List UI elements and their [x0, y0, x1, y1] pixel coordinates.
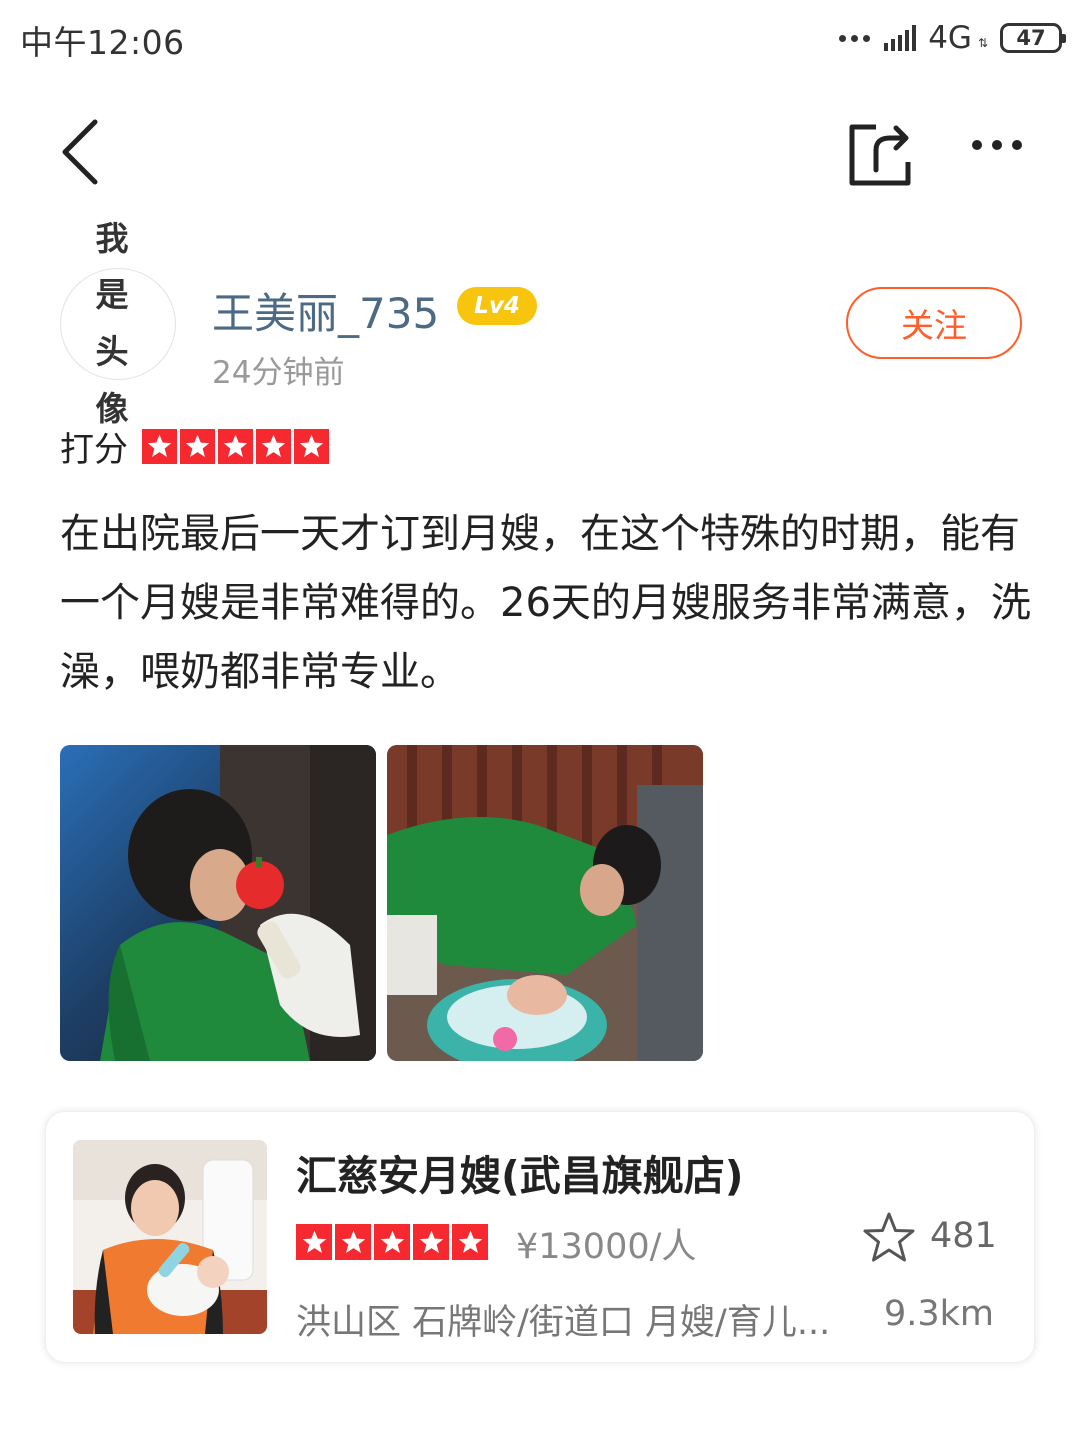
shop-location: 洪山区 石牌岭/街道口 月嫂/育儿... [296, 1303, 831, 1343]
battery-icon: 47 [1000, 23, 1066, 53]
rating-stars [142, 428, 329, 464]
shop-distance: 9.3km [884, 1294, 995, 1334]
nanny-feeding-baby-photo [60, 745, 376, 1061]
notification-dots-icon [839, 34, 871, 42]
more-icon [972, 140, 982, 150]
status-bar: 中午12:06 4G ⇅ 47 [0, 0, 1080, 78]
share-button[interactable] [840, 110, 920, 190]
post-time: 24分钟前 [212, 355, 345, 391]
rating-row: 打分 [60, 424, 329, 470]
shop-name: 汇慈安月嫂(武昌旗舰店) [296, 1152, 744, 1200]
shop-rating-stars [296, 1224, 488, 1260]
rating-label: 打分 [60, 429, 128, 470]
data-arrows-icon: ⇅ [977, 36, 988, 50]
level-badge: Lv4 [457, 287, 537, 325]
avatar-text: 我是头像 [95, 218, 141, 428]
status-time: 中午12:06 [20, 23, 185, 62]
rating-star-icon [256, 428, 291, 464]
shop-card[interactable]: 汇慈安月嫂(武昌旗舰店) ¥13000/人 481 洪山区 石牌岭/街道口 月嫂… [45, 1111, 1035, 1363]
avatar[interactable]: 我是头像 [60, 219, 176, 428]
chevron-left-icon [62, 119, 98, 185]
rating-star-icon [294, 428, 329, 464]
review-photo-1[interactable] [60, 745, 376, 1061]
signal-icon [884, 25, 917, 51]
username[interactable]: 王美丽_735 [212, 280, 439, 341]
shop-thumbnail [73, 1140, 267, 1334]
back-button[interactable] [55, 108, 115, 188]
rating-star-icon [374, 1224, 410, 1260]
nanny-bathing-baby-photo [387, 745, 703, 1061]
network-type: 4G [928, 20, 972, 56]
star-outline-icon [863, 1212, 915, 1262]
rating-star-icon [335, 1224, 371, 1260]
review-photo-2[interactable] [387, 745, 703, 1061]
favorite-count: 481 [930, 1216, 997, 1256]
rating-star-icon [413, 1224, 449, 1260]
shop-nanny-photo [73, 1140, 267, 1334]
nav-bar [0, 100, 1080, 200]
rating-star-icon [180, 428, 215, 464]
share-icon [849, 124, 911, 186]
more-button[interactable] [960, 120, 1034, 170]
rating-star-icon [452, 1224, 488, 1260]
follow-button[interactable]: 关注 [846, 287, 1022, 359]
rating-star-icon [296, 1224, 332, 1260]
review-text: 在出院最后一天才订到月嫂，在这个特殊的时期，能有一个月嫂是非常难得的。26天的月… [60, 511, 1031, 695]
battery-level: 47 [1016, 26, 1046, 50]
status-indicators: 4G ⇅ 47 [839, 18, 1066, 58]
favorite-button[interactable] [861, 1210, 917, 1266]
shop-price: ¥13000/人 [516, 1227, 697, 1267]
rating-star-icon [142, 428, 177, 464]
rating-star-icon [218, 428, 253, 464]
